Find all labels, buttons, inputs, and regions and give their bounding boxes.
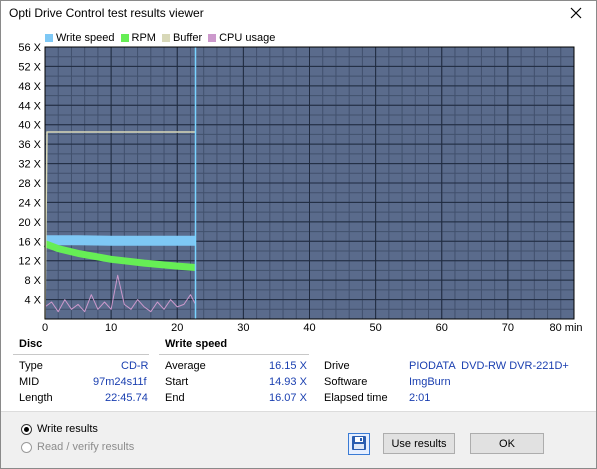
y-tick-label: 56 X — [18, 42, 41, 54]
y-tick-label: 24 X — [18, 197, 41, 209]
radio-selected-icon[interactable] — [21, 423, 32, 435]
software-label: Software — [324, 376, 368, 388]
mid-label: MID — [19, 376, 40, 388]
length-label: Length — [19, 392, 53, 404]
y-tick-label: 32 X — [18, 159, 41, 171]
disc-heading: Disc — [19, 338, 43, 350]
software-value: ImgBurn — [409, 376, 451, 388]
ok-button[interactable]: OK — [470, 433, 544, 454]
drive-value: PIODATA DVD-RW DVR-221D+ — [409, 360, 569, 372]
y-tick-label: 52 X — [18, 61, 41, 73]
read-verify-results-label: Read / verify results — [37, 441, 135, 453]
y-tick-label: 12 X — [18, 256, 41, 268]
length-value: 22:45.74 — [105, 392, 148, 404]
end-label: End — [165, 392, 185, 404]
start-value: 14.93 X — [269, 376, 307, 388]
y-tick-label: 4 X — [24, 295, 41, 307]
window-title: Opti Drive Control test results viewer — [9, 6, 204, 20]
y-tick-label: 16 X — [18, 236, 41, 248]
write-results-option[interactable]: Write results — [21, 423, 98, 435]
y-tick-label: 20 X — [18, 217, 41, 229]
drive-label: Drive — [324, 360, 350, 372]
info-panel: Disc Type CD-R MID 97m24s11f Length 22:4… — [1, 334, 596, 411]
y-tick-label: 36 X — [18, 139, 41, 151]
floppy-disk-icon — [351, 435, 367, 454]
y-tick-label: 48 X — [18, 81, 41, 93]
close-button[interactable] — [556, 1, 596, 27]
disc-divider — [13, 354, 149, 355]
bottom-bar: Write results Read / verify results Use … — [1, 411, 596, 468]
end-value: 16.07 X — [269, 392, 307, 404]
x-tick-label: 0 — [42, 322, 48, 334]
x-tick-label: 70 — [502, 322, 514, 334]
write-results-label: Write results — [37, 423, 98, 435]
y-tick-label: 28 X — [18, 178, 41, 190]
use-results-button[interactable]: Use results — [383, 433, 455, 454]
radio-unselected-icon — [21, 441, 32, 453]
read-verify-results-option: Read / verify results — [21, 441, 134, 453]
save-button[interactable] — [348, 433, 370, 455]
write-speed-divider — [159, 354, 309, 355]
mid-value: 97m24s11f — [93, 376, 147, 388]
y-tick-label: 8 X — [24, 275, 41, 287]
x-tick-label: 50 — [370, 322, 382, 334]
type-label: Type — [19, 360, 43, 372]
y-tick-label: 40 X — [18, 120, 41, 132]
average-label: Average — [165, 360, 206, 372]
x-tick-label: 10 — [105, 322, 117, 334]
chart-area: Write speed RPM Buffer CPU usage 4 X8 X1… — [1, 27, 596, 334]
y-tick-label: 44 X — [18, 100, 41, 112]
write-speed-chart: 4 X 8 X 12 X 16 X 20 X 24 X 28 X 32 X 36 X 40 X 44… — [18, 42, 582, 334]
title-bar: Opti Drive Control test results viewer — [1, 1, 596, 27]
x-tick-label: 30 — [237, 322, 249, 334]
average-value: 16.15 X — [269, 360, 307, 372]
x-tick-label: 60 — [436, 322, 448, 334]
bottom-divider — [1, 411, 596, 412]
series-line-write-speed — [45, 235, 196, 246]
start-label: Start — [165, 376, 189, 388]
x-tick-label: 20 — [171, 322, 183, 334]
type-value: CD-R — [121, 360, 149, 372]
x-tick-label: 80 min — [549, 322, 582, 334]
x-tick-label: 40 — [303, 322, 315, 334]
elapsed-time-label: Elapsed time — [324, 392, 388, 404]
write-speed-heading: Write speed — [165, 338, 228, 350]
close-icon — [570, 7, 582, 22]
elapsed-time-value: 2:01 — [409, 392, 431, 404]
results-viewer-window: Opti Drive Control test results viewer W… — [0, 0, 597, 469]
